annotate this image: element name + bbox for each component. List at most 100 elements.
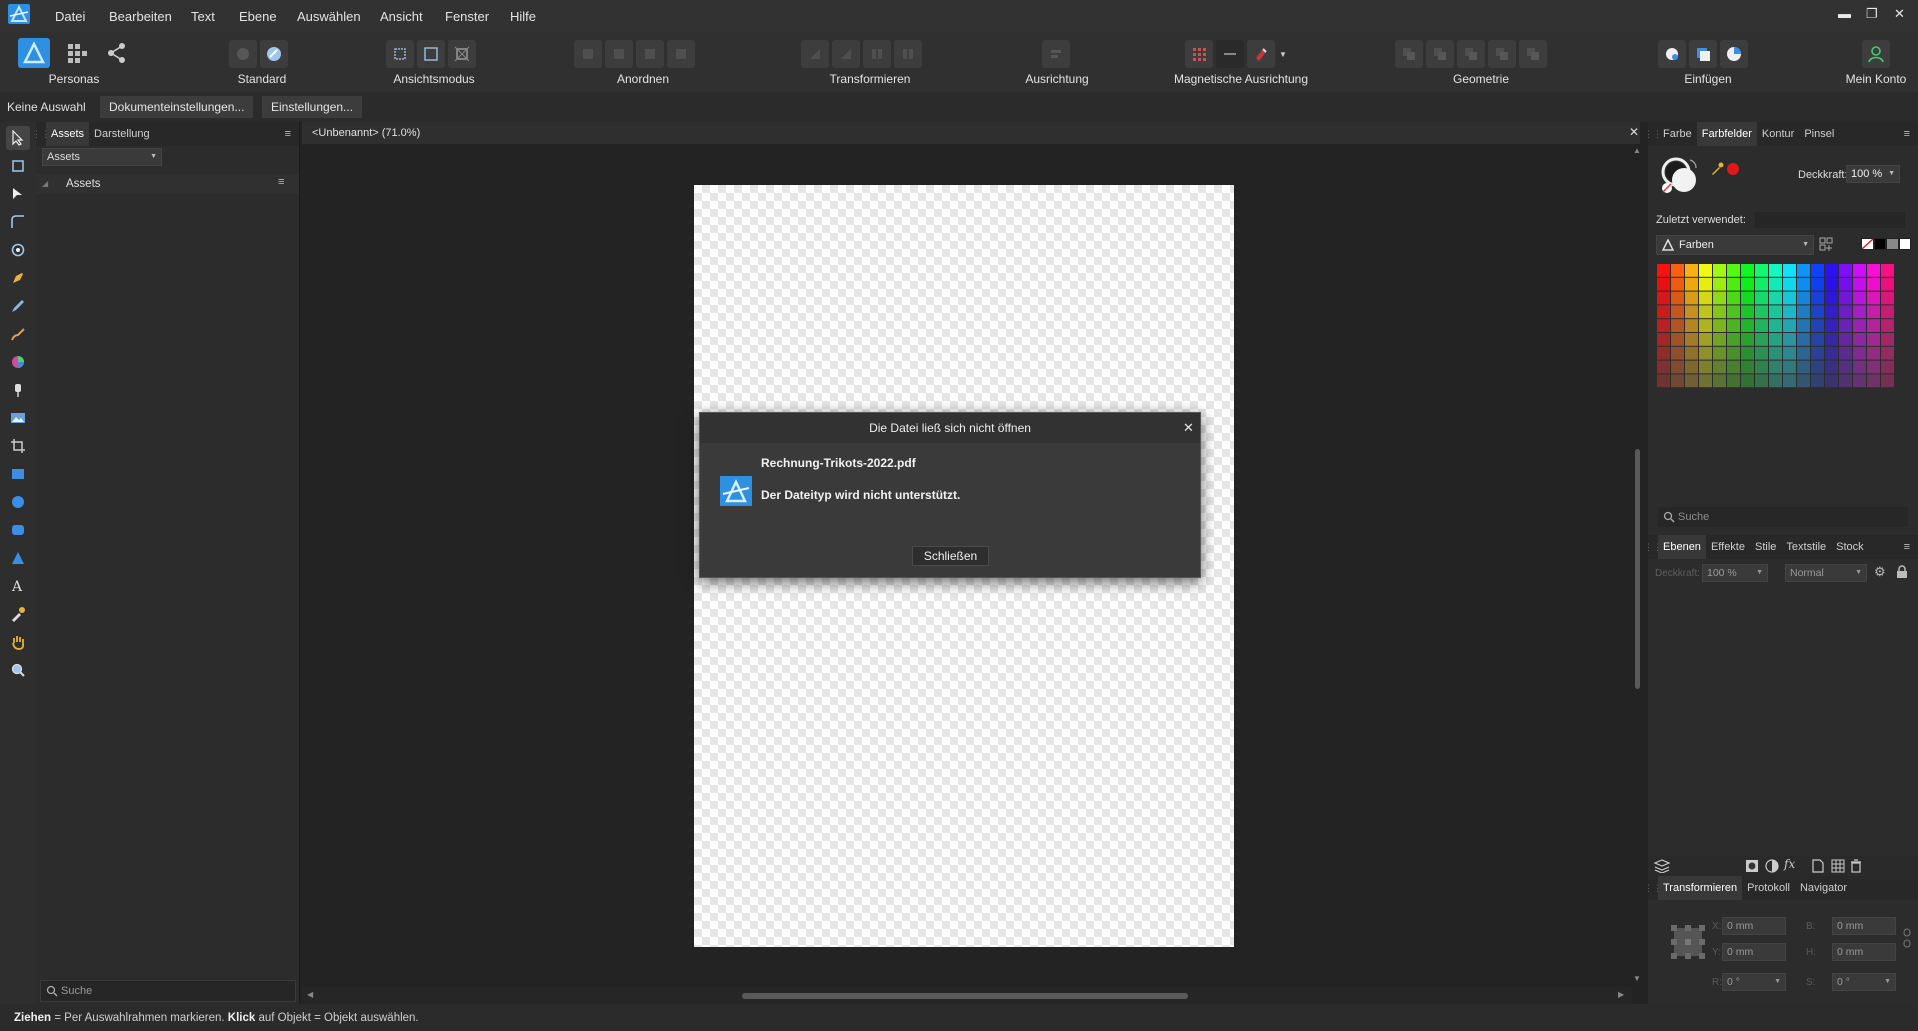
color-swatch[interactable] [1741,319,1754,332]
color-swatch[interactable] [1839,305,1852,319]
color-swatch[interactable] [1769,264,1782,277]
x-field[interactable]: 0 mm [1722,917,1786,935]
text-tool-icon[interactable]: A [6,574,30,598]
color-swatch[interactable] [1769,374,1782,388]
color-swatch[interactable] [1727,346,1740,360]
color-swatch[interactable] [1811,277,1824,291]
color-swatch[interactable] [1685,360,1698,374]
adjustment-icon[interactable] [1765,859,1779,876]
panel-grip-icon[interactable]: ⋮⋮ [1644,535,1662,559]
color-swatch[interactable] [1713,360,1726,374]
color-swatch[interactable] [1685,264,1698,277]
collapse-arrow-icon[interactable]: ◢ [42,179,48,188]
color-swatch[interactable] [1671,291,1684,305]
color-swatch[interactable] [1839,277,1852,291]
color-swatch[interactable] [1811,264,1824,277]
color-swatch[interactable] [1755,305,1768,319]
color-swatch[interactable] [1699,277,1712,291]
view-mode-wireframe-icon[interactable] [448,40,476,68]
fx-icon[interactable]: fx [1784,857,1795,871]
panel-grip-icon[interactable]: ⋮⋮ [1644,876,1662,900]
color-swatch[interactable] [1867,333,1880,346]
color-swatch[interactable] [1825,305,1838,319]
color-swatch[interactable] [1881,264,1894,277]
rotation-field[interactable]: 0 ° ▼ [1722,973,1786,991]
scroll-right-icon[interactable]: ▶ [1618,990,1624,999]
color-swatch[interactable] [1727,360,1740,374]
color-swatch[interactable] [1881,346,1894,360]
y-field[interactable]: 0 mm [1722,943,1786,961]
color-swatch[interactable] [1699,346,1712,360]
insert-image-icon[interactable] [1689,40,1717,68]
color-swatch[interactable] [1699,291,1712,305]
color-swatch[interactable] [1657,264,1670,277]
color-swatch[interactable] [1839,374,1852,388]
color-swatch[interactable] [1853,333,1866,346]
color-swatch[interactable] [1867,360,1880,374]
color-swatch[interactable] [1867,319,1880,332]
color-swatch[interactable] [1797,291,1810,305]
color-swatch[interactable] [1727,264,1740,277]
color-swatch[interactable] [1671,360,1684,374]
tab-transformieren[interactable]: Transformieren [1658,876,1743,900]
color-swatch[interactable] [1797,333,1810,346]
color-swatch[interactable] [1881,277,1894,291]
color-swatch[interactable] [1727,319,1740,332]
color-swatch[interactable] [1755,319,1768,332]
view-mode-outline-icon[interactable] [417,40,445,68]
view-hand-tool-icon[interactable] [6,630,30,654]
color-swatch[interactable] [1769,333,1782,346]
color-swatch[interactable] [1825,319,1838,332]
color-swatch[interactable] [1671,277,1684,291]
zoom-tool-icon[interactable] [6,658,30,682]
move-to-front-icon[interactable] [667,40,695,68]
move-forward-one-icon[interactable] [636,40,664,68]
point-transform-tool-icon[interactable] [6,238,30,262]
color-swatch[interactable] [1671,374,1684,388]
force-pixel-alignment-icon[interactable] [1216,40,1244,68]
export-persona-icon[interactable] [106,42,128,67]
color-swatch[interactable] [1727,277,1740,291]
color-swatch[interactable] [1713,333,1726,346]
color-swatch-grid[interactable] [1657,264,1897,394]
color-swatch[interactable] [1699,360,1712,374]
color-swatch[interactable] [1811,319,1824,332]
tab-assets[interactable]: Assets [46,122,90,146]
color-swatch[interactable] [1741,374,1754,388]
color-picker-tool-icon[interactable] [6,602,30,626]
color-swatch[interactable] [1797,360,1810,374]
node-tool-icon[interactable] [6,182,30,206]
horizontal-scroll-thumb[interactable] [742,993,1188,999]
scroll-up-icon[interactable]: ▲ [1633,146,1641,155]
color-swatch[interactable] [1657,291,1670,305]
color-swatch[interactable] [1769,305,1782,319]
snapping-dropdown-icon[interactable]: ▼ [1278,40,1288,68]
color-swatch[interactable] [1811,291,1824,305]
palette-dropdown[interactable]: Farben ▼ [1656,235,1814,255]
height-field[interactable]: 0 mm [1832,943,1896,961]
color-swatch[interactable] [1783,333,1796,346]
color-swatch[interactable] [1853,305,1866,319]
swatches-search-input[interactable]: Suche [1658,507,1908,527]
color-swatch[interactable] [1685,291,1698,305]
color-swatch[interactable] [1755,346,1768,360]
color-swatch[interactable] [1867,291,1880,305]
color-swatch[interactable] [1741,346,1754,360]
vector-brush-tool-icon[interactable] [6,322,30,346]
color-swatch[interactable] [1685,346,1698,360]
color-swatch[interactable] [1713,291,1726,305]
color-swatch[interactable] [1881,305,1894,319]
color-swatch[interactable] [1727,333,1740,346]
color-swatch[interactable] [1783,360,1796,374]
color-swatch[interactable] [1741,277,1754,291]
pen-tool-icon[interactable] [6,266,30,290]
color-swatch[interactable] [1671,305,1684,319]
color-swatch[interactable] [1727,291,1740,305]
color-swatch[interactable] [1811,333,1824,346]
menu-auswaehlen[interactable]: Auswählen [297,9,361,24]
opacity-field[interactable]: 100 % ▼ [1846,165,1900,183]
color-swatch[interactable] [1825,277,1838,291]
snapping-magnet-icon[interactable] [1247,40,1275,68]
menu-hilfe[interactable]: Hilfe [510,9,536,24]
add-shape-icon[interactable] [1395,40,1423,68]
